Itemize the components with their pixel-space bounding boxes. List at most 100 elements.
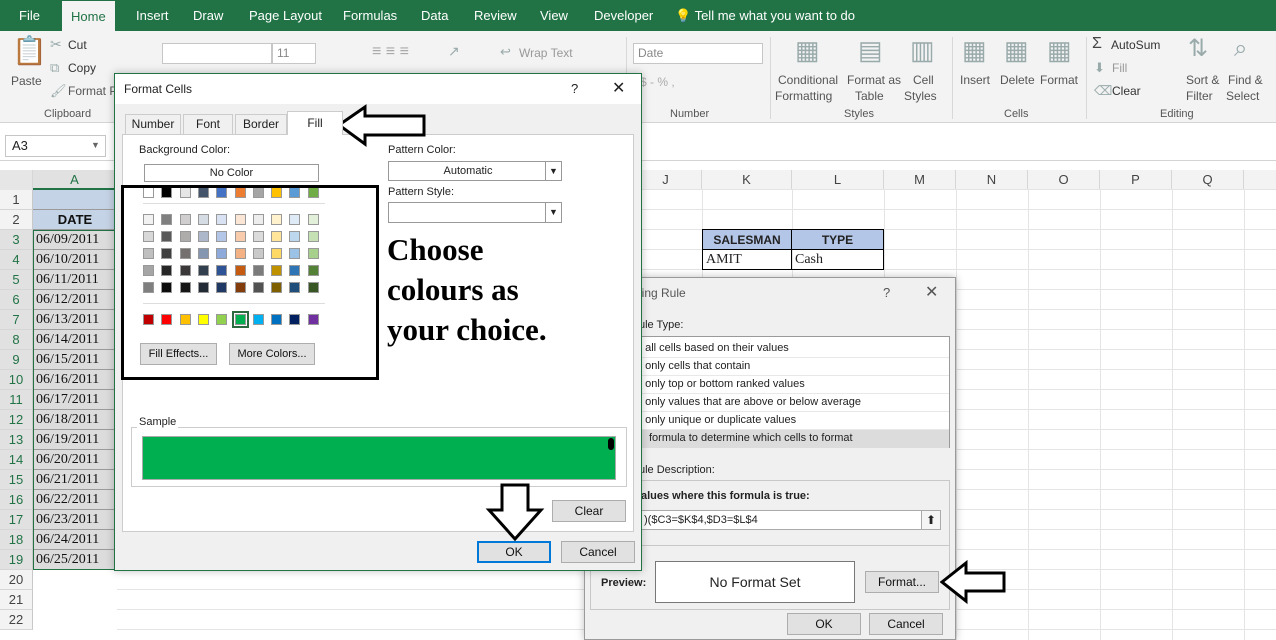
pattern-style-dropdown[interactable] (388, 202, 562, 223)
date-cell[interactable]: 06/15/2011 (33, 350, 117, 370)
color-swatch[interactable] (271, 187, 282, 198)
date-cell[interactable]: 06/17/2011 (33, 390, 117, 410)
delete-cells-button[interactable]: Delete (1000, 73, 1035, 87)
row-header[interactable]: 2 (0, 210, 33, 230)
rule-type-item-selected[interactable]: formula to determine which cells to form… (591, 430, 949, 448)
fc-help-icon[interactable]: ? (571, 81, 578, 96)
column-header-p[interactable]: P (1100, 170, 1172, 190)
color-swatch[interactable] (216, 282, 227, 293)
no-color-button[interactable]: No Color (144, 164, 319, 182)
color-swatch[interactable] (198, 214, 209, 225)
date-cell[interactable]: 06/22/2011 (33, 490, 117, 510)
row-header[interactable]: 14 (0, 450, 33, 470)
font-size-box[interactable]: 11 (272, 43, 316, 64)
date-cell[interactable]: 06/23/2011 (33, 510, 117, 530)
color-swatch[interactable] (161, 231, 172, 242)
color-swatch[interactable] (289, 187, 300, 198)
date-cell[interactable]: 06/18/2011 (33, 410, 117, 430)
tab-view[interactable]: View (531, 0, 577, 31)
date-cell[interactable]: 06/12/2011 (33, 290, 117, 310)
color-swatch[interactable] (235, 248, 246, 259)
row-header[interactable]: 18 (0, 530, 33, 550)
column-header-l[interactable]: L (792, 170, 884, 190)
collapse-dialog-icon[interactable]: ⬆ (921, 511, 940, 529)
date-cell[interactable]: 06/14/2011 (33, 330, 117, 350)
standard-color-swatch[interactable] (271, 314, 282, 325)
chevron-down-icon[interactable]: ▼ (545, 162, 561, 180)
color-swatch[interactable] (271, 231, 282, 242)
color-swatch[interactable] (143, 231, 154, 242)
tab-home[interactable]: Home (62, 1, 115, 31)
color-swatch[interactable] (308, 282, 319, 293)
fc-cancel-button[interactable]: Cancel (561, 541, 635, 563)
column-header-a[interactable]: A (33, 170, 117, 190)
fc-tab-number[interactable]: Number (125, 114, 181, 134)
color-swatch[interactable] (216, 214, 227, 225)
conditional-formatting-label2[interactable]: Formatting (775, 89, 832, 103)
color-swatch[interactable] (235, 214, 246, 225)
pattern-color-dropdown[interactable]: Automatic (388, 161, 562, 181)
color-swatch[interactable] (308, 231, 319, 242)
fc-tab-border[interactable]: Border (235, 114, 287, 134)
row-header[interactable]: 12 (0, 410, 33, 430)
color-swatch[interactable] (143, 214, 154, 225)
color-swatch[interactable] (271, 265, 282, 276)
color-swatch[interactable] (289, 214, 300, 225)
tell-me-box[interactable]: 💡 Tell me what you want to do (675, 0, 855, 31)
date-cell[interactable]: 06/20/2011 (33, 450, 117, 470)
date-cell[interactable]: 06/19/2011 (33, 430, 117, 450)
rule-type-item[interactable]: t only top or bottom ranked values (591, 376, 949, 394)
row-header[interactable]: 16 (0, 490, 33, 510)
tab-developer[interactable]: Developer (585, 0, 662, 31)
date-cell[interactable]: 06/13/2011 (33, 310, 117, 330)
more-colors-button[interactable]: More Colors... (229, 343, 315, 365)
column-header-q[interactable]: Q (1172, 170, 1244, 190)
column-header-o[interactable]: O (1028, 170, 1100, 190)
color-swatch[interactable] (289, 265, 300, 276)
autosum-button[interactable]: AutoSum (1111, 38, 1160, 52)
color-swatch[interactable] (143, 248, 154, 259)
row-header[interactable]: 15 (0, 470, 33, 490)
row-header[interactable]: 8 (0, 330, 33, 350)
color-swatch[interactable] (180, 214, 191, 225)
lookup-value-type[interactable]: Cash (792, 250, 883, 269)
color-swatch[interactable] (216, 187, 227, 198)
rule-close-icon[interactable]: ✕ (925, 282, 938, 302)
color-swatch[interactable] (235, 187, 246, 198)
row-header[interactable]: 3 (0, 230, 33, 250)
row-header[interactable]: 17 (0, 510, 33, 530)
cell-a2-header[interactable]: DATE (33, 210, 117, 230)
color-swatch[interactable] (308, 248, 319, 259)
color-swatch[interactable] (235, 231, 246, 242)
color-swatch[interactable] (308, 187, 319, 198)
color-swatch[interactable] (198, 282, 209, 293)
row-header[interactable]: 5 (0, 270, 33, 290)
color-swatch[interactable] (180, 282, 191, 293)
fc-tab-fill[interactable]: Fill (287, 111, 343, 135)
row-header[interactable]: 22 (0, 610, 33, 630)
row-header[interactable]: 9 (0, 350, 33, 370)
rule-cancel-button[interactable]: Cancel (869, 613, 943, 635)
find-select-label1[interactable]: Find & (1228, 73, 1263, 87)
clear-button[interactable]: Clear (1112, 84, 1141, 98)
standard-color-swatch[interactable] (198, 314, 209, 325)
color-swatch[interactable] (289, 231, 300, 242)
format-as-table-label2[interactable]: Table (855, 89, 884, 103)
cell-a1[interactable] (33, 190, 117, 210)
color-swatch[interactable] (289, 282, 300, 293)
sort-filter-label1[interactable]: Sort & (1186, 73, 1219, 87)
format-cells-button[interactable]: Format (1040, 73, 1078, 87)
color-swatch[interactable] (143, 187, 154, 198)
standard-color-swatch[interactable] (180, 314, 191, 325)
fc-ok-button[interactable]: OK (477, 541, 551, 563)
row-header[interactable]: 4 (0, 250, 33, 270)
tab-page-layout[interactable]: Page Layout (240, 0, 331, 31)
cell-styles-label1[interactable]: Cell (913, 73, 934, 87)
color-swatch[interactable] (308, 265, 319, 276)
color-swatch[interactable] (180, 231, 191, 242)
tab-insert[interactable]: Insert (127, 0, 178, 31)
color-swatch[interactable] (198, 248, 209, 259)
color-swatch[interactable] (253, 187, 264, 198)
fill-button[interactable]: Fill (1112, 61, 1127, 75)
color-swatch[interactable] (308, 214, 319, 225)
